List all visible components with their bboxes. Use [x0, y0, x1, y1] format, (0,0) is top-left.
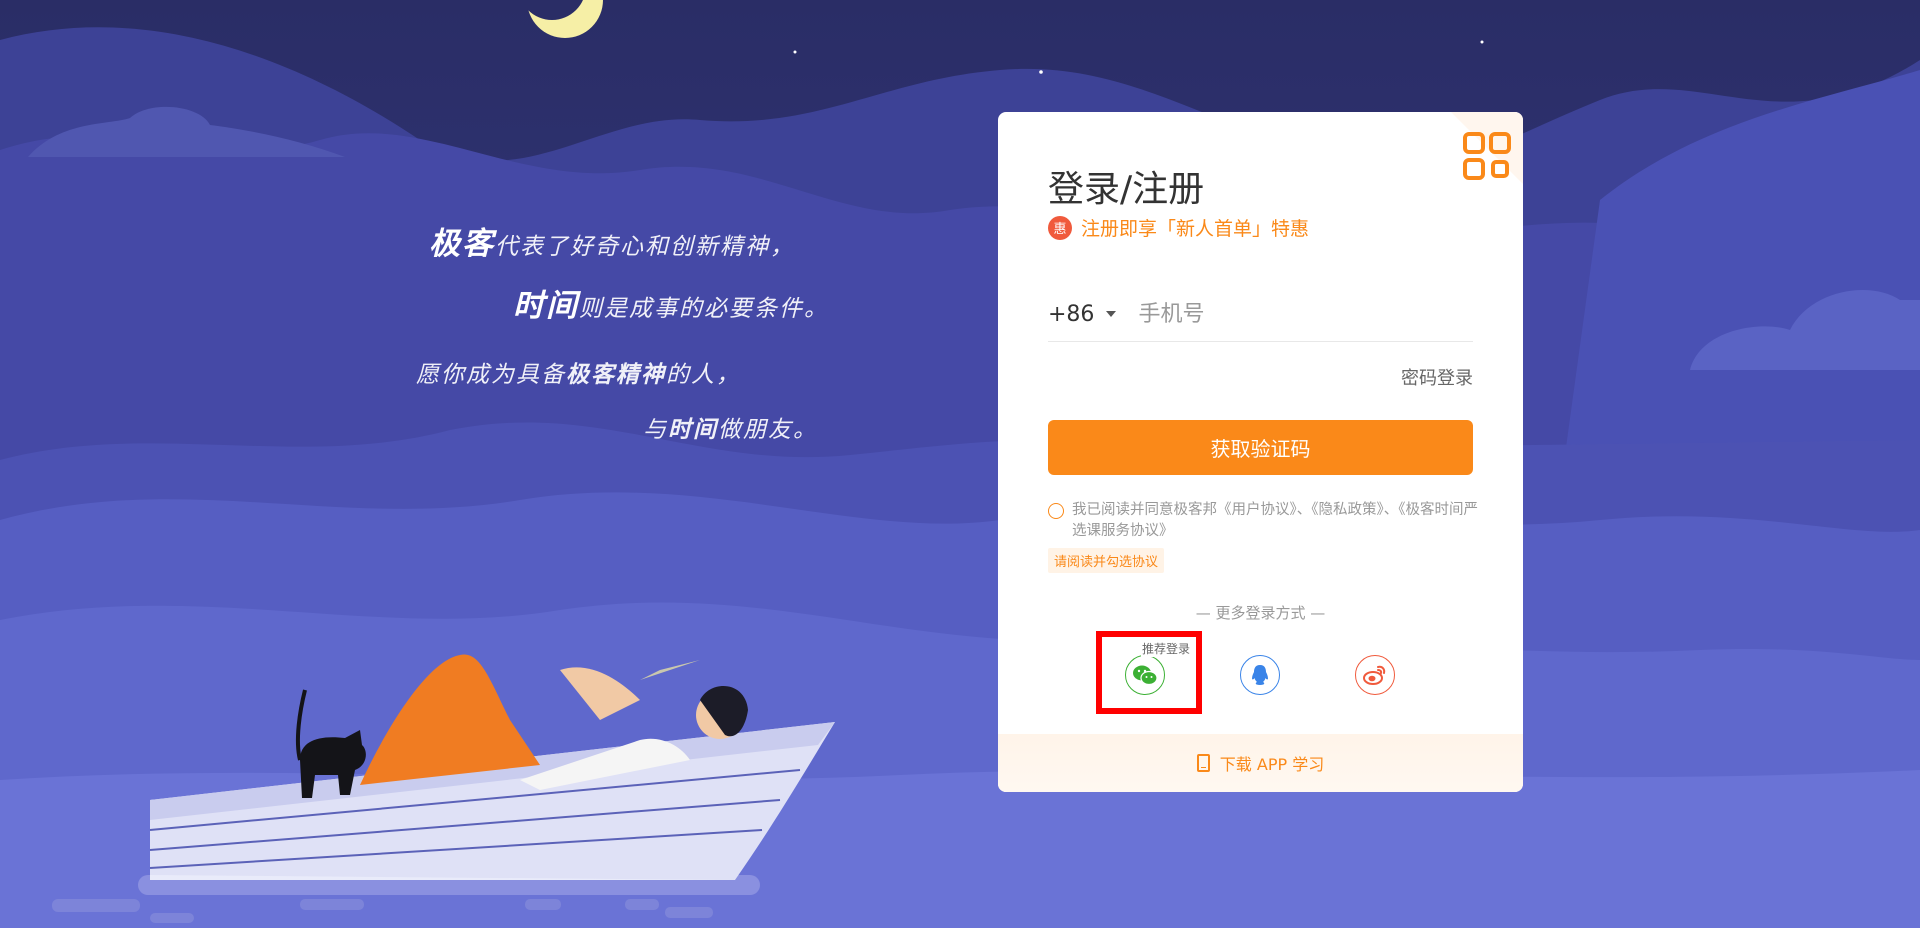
- recommended-login-tag: 推荐登录: [1141, 640, 1192, 657]
- promo-badge-icon: 惠: [1048, 215, 1072, 240]
- slogan-text: 的人，: [666, 362, 741, 388]
- qrcode-login-toggle[interactable]: [1451, 112, 1523, 184]
- new-user-promo: 惠 注册即享「新人首单」特惠: [1048, 214, 1309, 241]
- background-illustration: [0, 0, 1920, 928]
- slogan-text: 与: [643, 417, 668, 443]
- privacy-policy-link[interactable]: 《隐私政策》: [1311, 502, 1384, 518]
- weibo-login-button[interactable]: [1355, 655, 1395, 695]
- more-login-methods-divider: — 更多登录方式 —: [1195, 604, 1326, 622]
- agreement-separator: 、: [1383, 502, 1399, 518]
- slogan-line-2: 时间则是成事的必要条件。: [513, 280, 829, 325]
- user-agreement-link[interactable]: 《用户协议》: [1217, 502, 1297, 518]
- country-code-select[interactable]: +86: [1048, 301, 1117, 327]
- qq-login-button[interactable]: [1240, 655, 1280, 695]
- agreement-separator: 、: [1296, 502, 1312, 518]
- slogan-keyword-geek: 极客: [429, 226, 495, 262]
- qq-icon: [1252, 665, 1268, 685]
- weibo-icon: [1363, 665, 1386, 685]
- slogan-line-1: 极客代表了好奇心和创新精神，: [429, 218, 795, 263]
- agreement-row: 我已阅读并同意极客邦《用户协议》、《隐私政策》、《极客时间严选课服务协议》: [1048, 500, 1478, 542]
- promo-text: 注册即享「新人首单」特惠: [1081, 218, 1310, 240]
- slogan-keyword: 极客精神: [566, 362, 666, 388]
- slogan-text: 则是成事的必要条件。: [579, 296, 829, 322]
- phone-icon: [1196, 754, 1210, 772]
- login-title: 登录/注册: [1048, 169, 1205, 210]
- phone-number-input[interactable]: [1138, 301, 1439, 327]
- slogan-text: 代表了好奇心和创新精神，: [495, 234, 795, 260]
- wechat-icon: [1133, 665, 1158, 686]
- download-app-link[interactable]: 下载 APP 学习: [998, 734, 1523, 792]
- chevron-down-icon: [1106, 311, 1117, 317]
- slogan-text: 做朋友。: [718, 417, 818, 443]
- slogan-line-4: 与时间做朋友。: [643, 410, 818, 444]
- agreement-text: 我已阅读并同意极客邦《用户协议》、《隐私政策》、《极客时间严选课服务协议》: [1072, 500, 1478, 542]
- agreement-radio[interactable]: [1048, 503, 1064, 519]
- slogan-keyword: 时间: [668, 417, 718, 443]
- slogan-keyword-time: 时间: [513, 288, 579, 324]
- get-verification-code-button[interactable]: 获取验证码: [1048, 420, 1473, 475]
- agreement-prefix: 我已阅读并同意极客邦: [1072, 502, 1217, 518]
- background-scene: 极客代表了好奇心和创新精神， 时间则是成事的必要条件。 愿你成为具备极客精神的人…: [0, 0, 1920, 928]
- download-app-label: 下载 APP 学习: [1219, 755, 1325, 774]
- country-code-value: +86: [1048, 301, 1095, 327]
- login-card: 登录/注册 惠 注册即享「新人首单」特惠 +86 密码登录 获取验证码 我已阅读…: [998, 112, 1523, 792]
- phone-field-row: +86: [1048, 287, 1473, 342]
- password-login-link[interactable]: 密码登录: [1401, 364, 1473, 390]
- slogan-text: 愿你成为具备: [416, 362, 566, 388]
- agreement-warning: 请阅读并勾选协议: [1048, 548, 1165, 573]
- qrcode-icon: [1463, 132, 1511, 180]
- slogan-line-3: 愿你成为具备极客精神的人，: [416, 355, 741, 389]
- wechat-login-button[interactable]: [1125, 655, 1165, 695]
